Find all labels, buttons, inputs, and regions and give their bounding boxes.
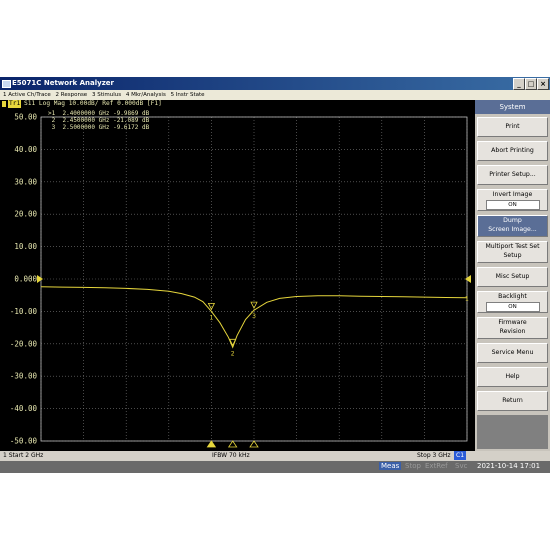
softkey-panel: System Print Abort Printing Printer Setu…	[475, 100, 550, 451]
maximize-button[interactable]: □	[525, 78, 537, 90]
instrument-status-bar: Meas Stop ExtRef Svc 2021-10-14 17:01	[0, 461, 550, 473]
marker-freq: 2.5000000 GHz	[62, 124, 110, 131]
trace-chart: 50.00 40.00 30.00 20.00 10.00 0.000 -10.00 -20.…	[10, 113, 471, 448]
marker-freq: 2.4000000 GHz	[62, 110, 110, 117]
marker-2-label: 2	[231, 350, 235, 357]
backlight-value: ON	[485, 302, 540, 312]
print-button[interactable]: Print	[477, 117, 548, 137]
marker-3-bottom-triangle	[249, 440, 259, 448]
stop-indicator: Stop	[405, 462, 421, 470]
y-tick-label: -50.00	[10, 437, 38, 446]
printer-setup-button[interactable]: Printer Setup...	[477, 165, 548, 185]
marker-1-label: 1	[209, 314, 213, 321]
datetime: 2021-10-14 17:01	[477, 462, 541, 470]
reference-level-marker-right	[465, 275, 471, 283]
y-tick-label: 50.00	[14, 113, 37, 122]
y-tick-label: -40.00	[10, 404, 38, 413]
help-button[interactable]: Help	[477, 367, 548, 387]
trace-header: Tr1 S11 Log Mag 10.00dB/ Ref 0.000dB [F1…	[0, 100, 475, 109]
svc-indicator: Svc	[455, 462, 468, 470]
invert-image-value: ON	[485, 200, 540, 210]
multiport-test-set-setup-button[interactable]: Multiport Test Set Setup	[477, 241, 548, 263]
window-title: E5071C Network Analyzer	[12, 79, 114, 87]
marker-value: -9.6172 dB	[113, 124, 150, 131]
y-tick-label: 30.00	[14, 177, 37, 186]
abort-printing-button[interactable]: Abort Printing	[477, 141, 548, 161]
meas-indicator: Meas	[379, 462, 402, 470]
service-menu-button[interactable]: Service Menu	[477, 343, 548, 363]
invert-image-button[interactable]: Invert Image ON	[477, 189, 548, 211]
analyzer-window: E5071C Network Analyzer _ □ × 1 Active C…	[0, 77, 550, 473]
menu-active-ch-trace[interactable]: 1 Active Ch/Trace	[3, 90, 51, 100]
menu-bar: 1 Active Ch/Trace 2 Response 3 Stimulus …	[0, 90, 550, 100]
start-frequency[interactable]: 1 Start 2 GHz	[3, 452, 43, 459]
status-bar: 1 Start 2 GHz IFBW 70 kHz Stop 3 GHz C1	[0, 451, 550, 461]
y-tick-label: -10.00	[10, 307, 38, 316]
backlight-button[interactable]: Backlight ON	[477, 291, 548, 313]
y-tick-label: 20.00	[14, 210, 37, 219]
marker-readout-2: 2 2.4500000 GHz -21.089 dB	[48, 117, 150, 124]
marker-label: >1	[48, 110, 56, 117]
y-tick-label: -20.00	[10, 339, 38, 348]
menu-mkr-analysis[interactable]: 4 Mkr/Analysis	[126, 90, 166, 100]
app-icon	[2, 80, 11, 88]
menu-instr-state[interactable]: 5 Instr State	[171, 90, 205, 100]
marker-1-bottom-triangle	[206, 440, 217, 448]
marker-label: 2	[51, 117, 56, 124]
y-tick-label: 0.000	[14, 275, 37, 284]
misc-setup-button[interactable]: Misc Setup	[477, 267, 548, 287]
channel-badge[interactable]: C1	[454, 451, 467, 460]
channel-indicator	[2, 101, 6, 107]
trace-settings: S11 Log Mag 10.00dB/ Ref 0.000dB [F1]	[24, 100, 162, 107]
close-button[interactable]: ×	[537, 78, 549, 90]
trace-end-label: 1	[465, 295, 469, 302]
if-bandwidth[interactable]: IFBW 70 kHz	[212, 452, 250, 459]
softkey-title: System	[475, 100, 550, 114]
y-tick-label: -30.00	[10, 372, 38, 381]
marker-value: -21.089 dB	[113, 117, 150, 124]
marker-freq: 2.4500000 GHz	[62, 117, 110, 124]
marker-readout-3: 3 2.5000000 GHz -9.6172 dB	[48, 124, 150, 131]
marker-value: -9.9869 dB	[113, 110, 150, 117]
return-button[interactable]: Return	[477, 391, 548, 411]
y-tick-label: 10.00	[14, 242, 37, 251]
stop-frequency[interactable]: Stop 3 GHz	[417, 452, 451, 459]
marker-3-label: 3	[252, 313, 256, 320]
y-tick-label: 40.00	[14, 145, 37, 154]
extref-indicator: ExtRef	[425, 462, 448, 470]
trace-display[interactable]: 50.00 40.00 30.00 20.00 10.00 0.000 -10.00 -20.…	[0, 100, 475, 451]
softkey-empty-area	[477, 415, 548, 449]
menu-response[interactable]: 2 Response	[56, 90, 88, 100]
marker-2-bottom-triangle	[227, 440, 238, 448]
menu-stimulus[interactable]: 3 Stimulus	[92, 90, 121, 100]
marker-readout-1: >1 2.4000000 GHz -9.9869 dB	[48, 110, 149, 117]
title-bar: E5071C Network Analyzer _ □ ×	[0, 77, 550, 90]
trace-label[interactable]: Tr1	[8, 100, 22, 108]
minimize-button[interactable]: _	[513, 78, 525, 90]
firmware-revision-button[interactable]: Firmware Revision	[477, 317, 548, 339]
reference-level-marker-left	[37, 275, 43, 283]
marker-label: 3	[51, 124, 56, 131]
dump-screen-image-button[interactable]: Dump Screen Image...	[477, 215, 548, 237]
